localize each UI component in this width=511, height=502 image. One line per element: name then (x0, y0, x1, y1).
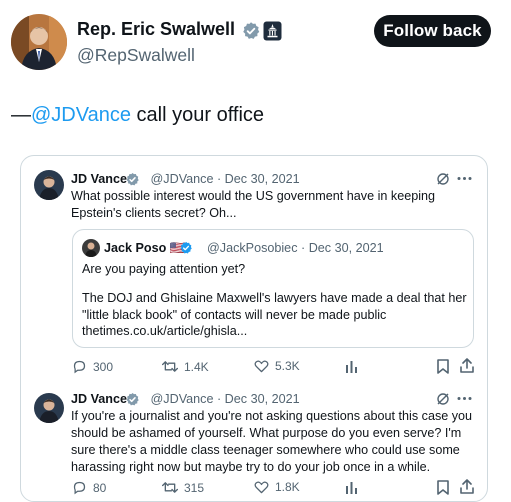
author-name[interactable]: Rep. Eric Swalwell (77, 19, 235, 40)
like-count: 1.8K (275, 480, 300, 494)
inner-text-line1: Are you paying attention yet? (82, 262, 246, 276)
inner-date[interactable]: Dec 30, 2021 (309, 241, 384, 255)
tweet1-text: What possible interest would the US gove… (71, 189, 436, 220)
follow-back-button[interactable]: Follow back (374, 15, 491, 47)
retweet-stat[interactable]: 315 (162, 480, 204, 495)
inner-separator: · (301, 241, 306, 255)
inner-header: Jack Poso 🇺🇸 @JackPosobiec · Dec 30, 202… (104, 240, 384, 257)
retweet-count: 315 (184, 480, 205, 495)
like-icon (254, 359, 269, 373)
reply-icon (72, 359, 87, 374)
reply-count: 300 (93, 359, 114, 374)
like-stat[interactable]: 5.3K (254, 359, 300, 373)
tweet2-separator: · (216, 392, 222, 406)
mention-link[interactable]: @JDVance (31, 104, 131, 126)
bookmark-icon[interactable] (437, 480, 449, 495)
inner-author-name[interactable]: Jack Poso (104, 241, 166, 255)
like-icon (254, 480, 269, 494)
tweet1-date[interactable]: Dec 30, 2021 (225, 172, 300, 186)
verified-gray-icon (125, 392, 140, 407)
author-avatar[interactable] (11, 14, 67, 70)
jack-poso-avatar[interactable] (82, 239, 100, 257)
grok-icon[interactable] (436, 392, 450, 406)
share-icon[interactable] (460, 358, 474, 373)
retweet-icon (162, 359, 178, 374)
tweet1-separator: · (216, 172, 222, 186)
retweet-stat[interactable]: 1.4K (162, 359, 209, 374)
tweet2-date[interactable]: Dec 30, 2021 (225, 392, 300, 406)
tweet-text-suffix: call your office (130, 104, 265, 126)
tweet1-header: JD Vance @JDVance · Dec 30, 2021 (71, 171, 300, 188)
views-icon[interactable] (345, 481, 358, 494)
reply-icon (72, 480, 87, 495)
inner-text-line2: The DOJ and Ghislaine Maxwell's lawyers … (82, 291, 467, 322)
inner-handle[interactable]: @JackPosobiec (207, 241, 298, 255)
bookmark-icon[interactable] (437, 359, 449, 374)
like-count: 5.3K (275, 359, 300, 373)
retweet-icon (162, 480, 178, 495)
tweet-text: —@JDVance call your office (11, 104, 264, 127)
like-stat[interactable]: 1.8K (254, 480, 300, 494)
tweet-text-prefix: — (11, 104, 31, 126)
government-badge-icon (263, 21, 282, 41)
reply-stat[interactable]: 300 (72, 359, 113, 374)
tweet2-handle[interactable]: @JDVance (151, 392, 214, 406)
tweet2-header: JD Vance @JDVance · Dec 30, 2021 (71, 391, 300, 408)
tweet1-handle[interactable]: @JDVance (151, 172, 214, 186)
reply-stat[interactable]: 80 (72, 480, 106, 495)
inner-link[interactable]: thetimes.co.uk/article/ghisla... (82, 323, 247, 340)
author-handle[interactable]: @RepSwalwell (77, 45, 195, 66)
retweet-count: 1.4K (184, 359, 209, 374)
verified-gray-icon (125, 172, 140, 187)
more-icon[interactable] (457, 396, 472, 401)
reply-count: 80 (93, 480, 107, 495)
grok-icon[interactable] (436, 172, 450, 186)
tweet1-author-name[interactable]: JD Vance (71, 172, 127, 186)
more-icon[interactable] (457, 176, 472, 181)
share-icon[interactable] (460, 479, 474, 494)
tweet2-author-name[interactable]: JD Vance (71, 392, 127, 406)
views-icon[interactable] (345, 360, 358, 373)
tweet2-text: If you're a journalist and you're not as… (71, 409, 473, 474)
verified-gray-icon (241, 21, 261, 41)
jd-vance-avatar[interactable] (34, 170, 64, 200)
jd-vance-avatar[interactable] (34, 393, 64, 423)
verified-blue-icon (179, 241, 193, 255)
